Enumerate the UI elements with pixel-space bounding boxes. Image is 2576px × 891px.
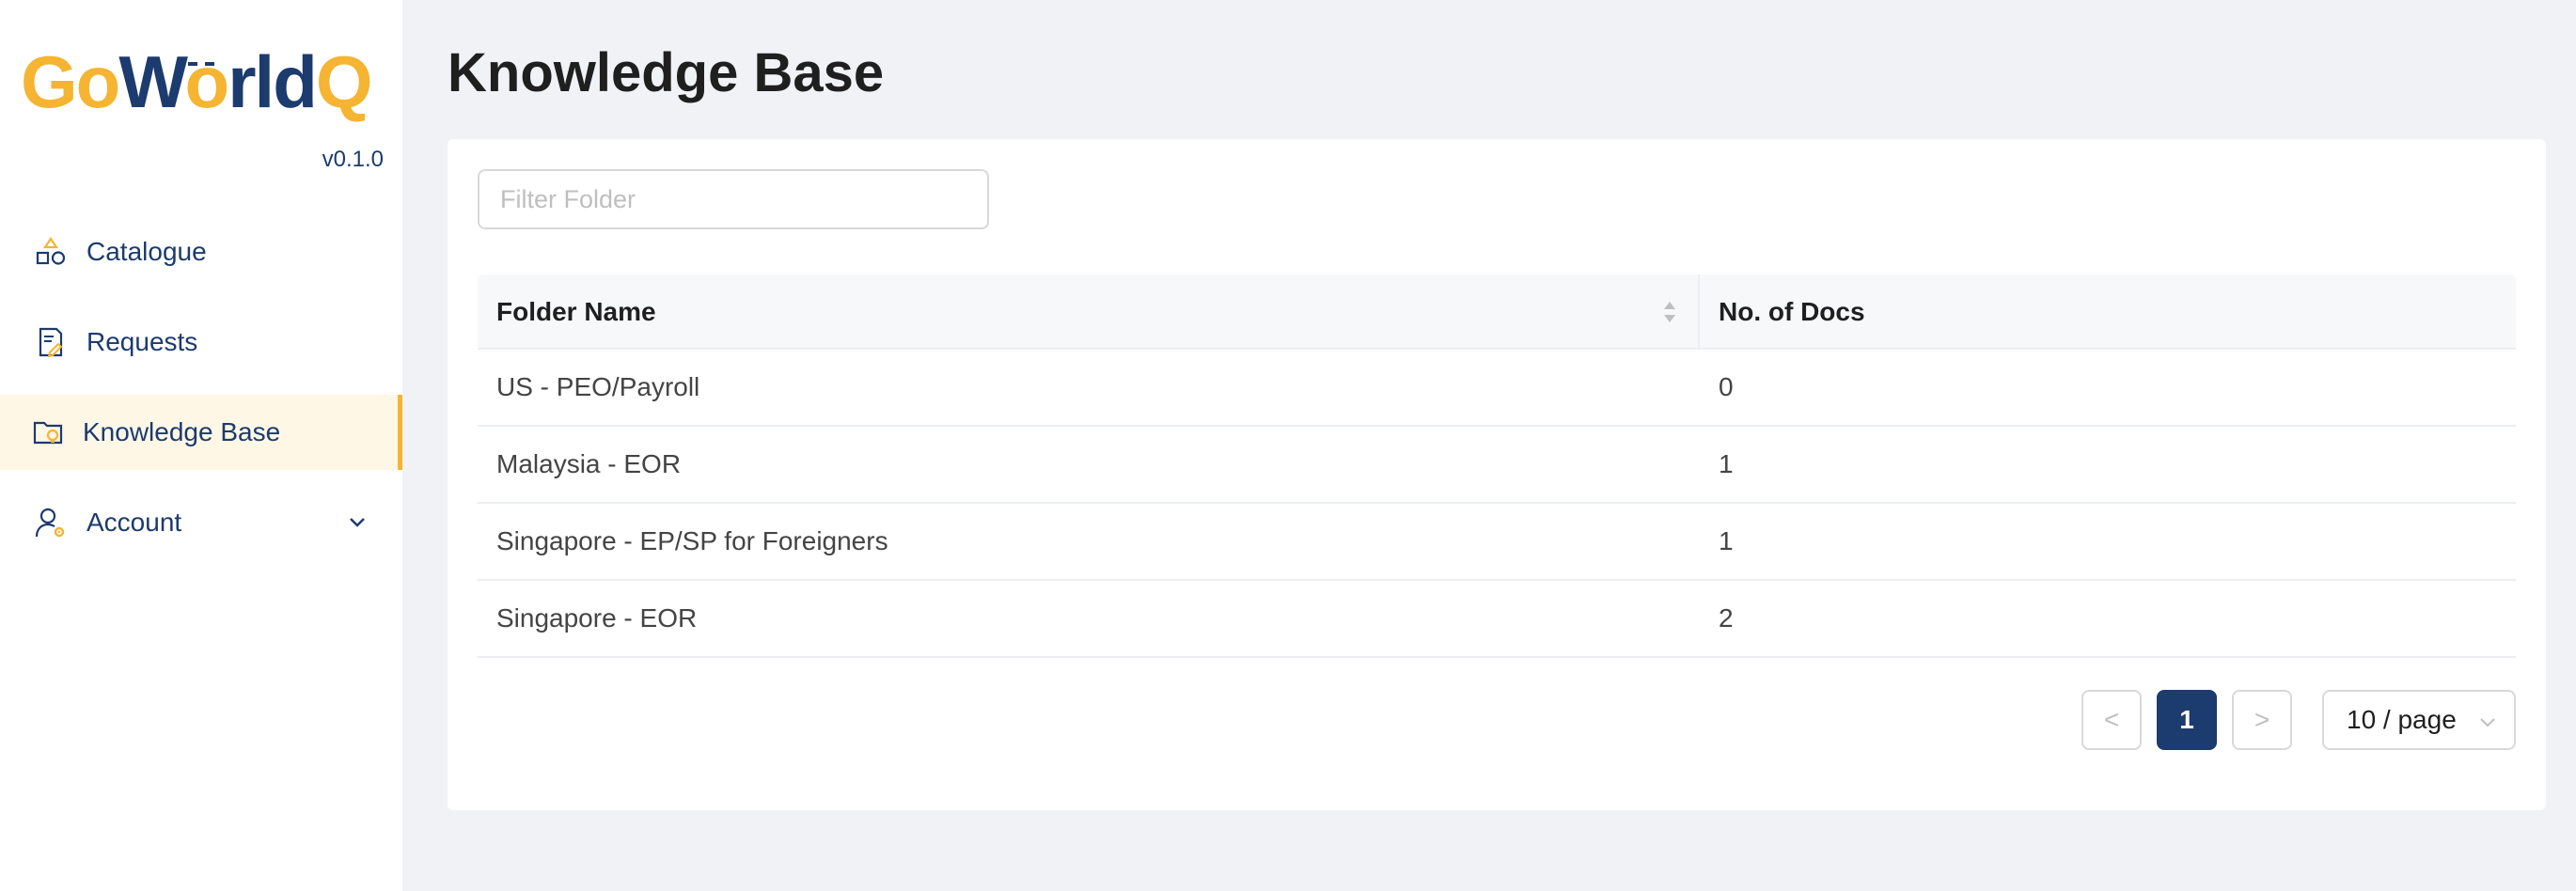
sort-icon[interactable]	[1662, 297, 1677, 327]
goworldq-logo[interactable]: GoWorldQ	[21, 41, 374, 122]
sidebar-item-label: Requests	[86, 327, 198, 356]
page-size-value: 10 / page	[2347, 705, 2457, 734]
chevron-left-icon: <	[2103, 705, 2120, 734]
user-gear-icon	[35, 508, 65, 538]
knowledge-base-card: Folder Name No. of Docs US - PEO/Payroll…	[448, 139, 2546, 810]
column-header-label: No. of Docs	[1719, 297, 1865, 326]
doc-count-cell: 0	[1719, 372, 1734, 401]
table-header: Folder Name No. of Docs	[478, 274, 2516, 350]
table-row[interactable]: US - PEO/Payroll 0	[478, 350, 2516, 427]
page-title: Knowledge Base	[448, 42, 885, 103]
table-row[interactable]: Malaysia - EOR 1	[478, 427, 2516, 504]
folder-bulb-icon	[33, 421, 63, 445]
filter-folder-input[interactable]	[478, 169, 989, 229]
page-size-select[interactable]: 10 / page	[2322, 690, 2516, 750]
folder-table: Folder Name No. of Docs US - PEO/Payroll…	[478, 274, 2516, 658]
table-row[interactable]: Singapore - EOR 2	[478, 581, 2516, 658]
column-header-folder-name[interactable]: Folder Name	[478, 274, 1700, 350]
sidebar-item-label: Catalogue	[86, 237, 207, 266]
table-row[interactable]: Singapore - EP/SP for Foreigners 1	[478, 504, 2516, 581]
next-page-button[interactable]: >	[2232, 690, 2292, 750]
catalogue-shapes-icon	[36, 237, 66, 265]
sidebar-item-knowledge-base[interactable]: Knowledge Base	[0, 395, 402, 470]
sidebar-item-catalogue[interactable]: Catalogue	[0, 214, 402, 289]
svg-text:GoWorldQ: GoWorldQ	[21, 41, 371, 122]
sidebar-item-account[interactable]: Account	[0, 485, 402, 560]
request-document-icon	[39, 327, 63, 358]
chevron-down-icon[interactable]	[344, 509, 370, 536]
folder-name-cell[interactable]: Malaysia - EOR	[478, 427, 1700, 502]
doc-count-cell: 1	[1719, 526, 1734, 555]
column-header-label: Folder Name	[496, 297, 656, 326]
folder-name-cell[interactable]: Singapore - EP/SP for Foreigners	[478, 504, 1700, 579]
folder-name-cell[interactable]: US - PEO/Payroll	[478, 350, 1700, 425]
doc-count-cell: 2	[1719, 603, 1734, 633]
folder-name-cell[interactable]: Singapore - EOR	[478, 581, 1700, 656]
chevron-down-icon	[2480, 718, 2495, 727]
chevron-right-icon: >	[2254, 705, 2270, 734]
sidebar-item-label: Knowledge Base	[83, 417, 281, 446]
sidebar: GoWorldQ v0.1.0 Catalogue Requests Knowl…	[0, 0, 402, 891]
sidebar-item-label: Account	[86, 508, 182, 537]
column-header-no-of-docs: No. of Docs	[1700, 274, 2516, 350]
sidebar-item-requests[interactable]: Requests	[0, 305, 402, 380]
doc-count-cell: 1	[1719, 449, 1734, 478]
app-version: v0.1.0	[322, 147, 384, 172]
prev-page-button[interactable]: <	[2081, 690, 2142, 750]
page-number: 1	[2179, 705, 2194, 734]
page-1-button[interactable]: 1	[2157, 690, 2217, 750]
